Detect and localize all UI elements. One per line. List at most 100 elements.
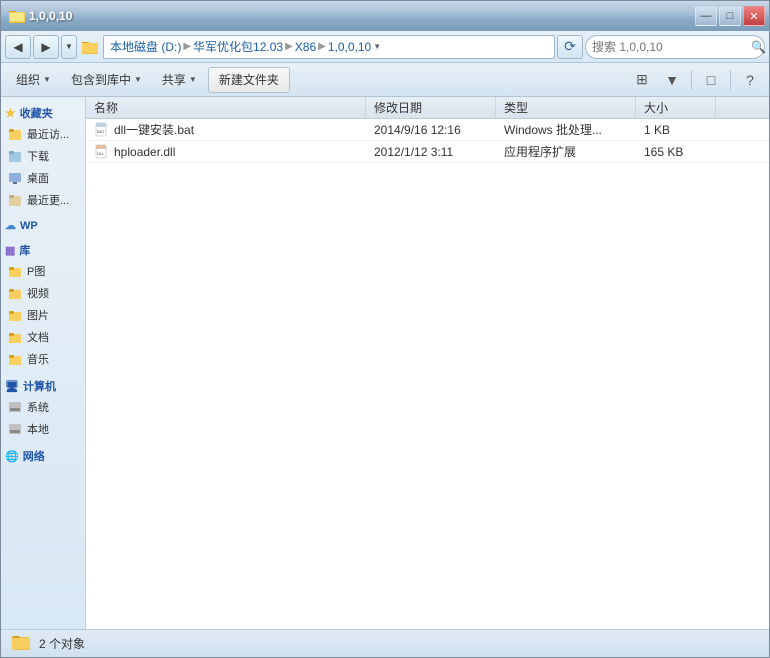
sidebar-item-p[interactable]: P图 (1, 260, 85, 282)
close-button[interactable]: ✕ (743, 6, 765, 26)
file-name-cell-2: DLL hploader.dll (86, 141, 366, 162)
star-icon: ★ (5, 106, 16, 120)
network-label: 网络 (23, 448, 45, 464)
maximize-button[interactable]: □ (719, 6, 741, 26)
explorer-window: 1,0,0,10 — □ ✕ ◀ ▶ ▼ 本地磁盘 (D:) ▶ 华军优化包12… (0, 0, 770, 658)
file-date-cell-2: 2012/1/12 3:11 (366, 141, 496, 162)
share-button[interactable]: 共享 ▼ (153, 67, 206, 93)
sidebar-downloads-label: 下载 (27, 148, 49, 164)
breadcrumb-sep-1: ▶ (183, 41, 191, 52)
sidebar-pictures-label: 图片 (27, 307, 49, 323)
breadcrumb-folder2[interactable]: X86 (295, 40, 316, 54)
back-button[interactable]: ◀ (5, 35, 31, 59)
sidebar-music-label: 音乐 (27, 351, 49, 367)
dll-file-icon: DLL (94, 144, 110, 160)
title-bar-left: 1,0,0,10 (9, 8, 72, 24)
sidebar-network-header[interactable]: 🌐 网络 (1, 444, 85, 466)
file-type-cell-1: Windows 批处理... (496, 119, 636, 140)
breadcrumb-current[interactable]: 1,0,0,10 (328, 40, 371, 54)
sidebar-item-recent[interactable]: 最近访... (1, 123, 85, 145)
breadcrumb-disk[interactable]: 本地磁盘 (D:) (110, 38, 181, 55)
file-size-1: 1 KB (644, 123, 670, 137)
network-icon: 🌐 (5, 450, 19, 463)
sidebar-item-docs[interactable]: 文档 (1, 326, 85, 348)
sidebar: ★ 收藏夹 最近访... 下载 (1, 97, 86, 629)
toolbar-right: ⊞ ▼ □ ? (629, 68, 763, 92)
toolbar-sep-2 (730, 70, 731, 90)
file-name-1: dll一键安装.bat (114, 121, 194, 138)
status-bar: 2 个对象 (1, 629, 769, 657)
file-date-cell-1: 2014/9/16 12:16 (366, 119, 496, 140)
computer-label: 计算机 (23, 378, 56, 394)
organize-label: 组织 (16, 71, 40, 88)
minimize-button[interactable]: — (695, 6, 717, 26)
svg-text:DLL: DLL (97, 151, 105, 156)
search-box[interactable]: 🔍 (585, 35, 765, 59)
music-folder-icon (7, 351, 23, 367)
include-library-dropdown-icon: ▼ (134, 75, 142, 84)
column-headers: 名称 修改日期 类型 大小 (86, 97, 769, 119)
refresh-button[interactable]: ⟳ (557, 35, 583, 59)
sidebar-section-favorites: ★ 收藏夹 最近访... 下载 (1, 101, 85, 211)
sidebar-p-label: P图 (27, 263, 45, 279)
col-header-date[interactable]: 修改日期 (366, 97, 496, 118)
nav-dropdown-button[interactable]: ▼ (61, 35, 77, 59)
sidebar-favorites-header[interactable]: ★ 收藏夹 (1, 101, 85, 123)
sidebar-item-music[interactable]: 音乐 (1, 348, 85, 370)
sidebar-item-downloads[interactable]: 下载 (1, 145, 85, 167)
col-header-name[interactable]: 名称 (86, 97, 366, 118)
sidebar-item-recent2[interactable]: 最近更... (1, 189, 85, 211)
sidebar-recent2-label: 最近更... (27, 192, 69, 208)
window-icon (9, 8, 25, 24)
address-breadcrumb[interactable]: 本地磁盘 (D:) ▶ 华军优化包12.03 ▶ X86 ▶ 1,0,0,10 … (103, 35, 555, 59)
sidebar-item-pictures[interactable]: 图片 (1, 304, 85, 326)
organize-button[interactable]: 组织 ▼ (7, 67, 60, 93)
sidebar-computer-header[interactable]: 🖥 计算机 (1, 374, 85, 396)
preview-pane-button[interactable]: □ (698, 68, 724, 92)
favorites-label: 收藏夹 (20, 105, 53, 121)
computer-icon: 🖥 (5, 380, 19, 393)
breadcrumb-sep-2: ▶ (285, 41, 293, 52)
sidebar-item-video[interactable]: 视频 (1, 282, 85, 304)
search-input[interactable] (592, 40, 747, 54)
sidebar-recent-label: 最近访... (27, 126, 69, 142)
table-row[interactable]: BAT dll一键安装.bat 2014/9/16 12:16 Windows … (86, 119, 769, 141)
sidebar-item-system-disk[interactable]: 系统 (1, 396, 85, 418)
sidebar-item-desktop[interactable]: 桌面 (1, 167, 85, 189)
file-list: BAT dll一键安装.bat 2014/9/16 12:16 Windows … (86, 119, 769, 629)
sidebar-item-local-disk[interactable]: 本地 (1, 418, 85, 440)
view-options-button[interactable]: ⊞ (629, 68, 655, 92)
pictures-folder-icon (7, 307, 23, 323)
toolbar: 组织 ▼ 包含到库中 ▼ 共享 ▼ 新建文件夹 ⊞ ▼ □ ? (1, 63, 769, 97)
breadcrumb-folder1[interactable]: 华军优化包12.03 (193, 38, 283, 55)
address-bar: ◀ ▶ ▼ 本地磁盘 (D:) ▶ 华军优化包12.03 ▶ X86 ▶ 1,0… (1, 31, 769, 63)
file-size-2: 165 KB (644, 145, 683, 159)
col-header-size[interactable]: 大小 (636, 97, 716, 118)
title-bar: 1,0,0,10 — □ ✕ (1, 1, 769, 31)
help-button[interactable]: ? (737, 68, 763, 92)
svg-text:BAT: BAT (97, 129, 105, 134)
organize-dropdown-icon: ▼ (43, 75, 51, 84)
table-row[interactable]: DLL hploader.dll 2012/1/12 3:11 应用程序扩展 1… (86, 141, 769, 163)
sidebar-local-label: 本地 (27, 421, 49, 437)
sidebar-wp-header[interactable]: ☁ WP (1, 215, 85, 234)
status-folder-icon (11, 632, 31, 655)
sidebar-library-header[interactable]: ▦ 库 (1, 238, 85, 260)
col-header-type[interactable]: 类型 (496, 97, 636, 118)
file-size-cell-2: 165 KB (636, 141, 716, 162)
video-folder-icon (7, 285, 23, 301)
cloud-icon: ☁ (5, 219, 16, 232)
library-label: 库 (19, 242, 30, 258)
local-disk-icon (7, 421, 23, 437)
docs-folder-icon (7, 329, 23, 345)
include-library-button[interactable]: 包含到库中 ▼ (62, 67, 151, 93)
recent-icon (7, 126, 23, 142)
new-folder-button[interactable]: 新建文件夹 (208, 67, 290, 93)
sidebar-docs-label: 文档 (27, 329, 49, 345)
file-type-cell-2: 应用程序扩展 (496, 141, 636, 162)
view-toggle-dropdown[interactable]: ▼ (659, 68, 685, 92)
p-folder-icon (7, 263, 23, 279)
breadcrumb-dropdown[interactable]: ▼ (373, 42, 381, 51)
forward-button[interactable]: ▶ (33, 35, 59, 59)
search-icon[interactable]: 🔍 (751, 40, 766, 54)
